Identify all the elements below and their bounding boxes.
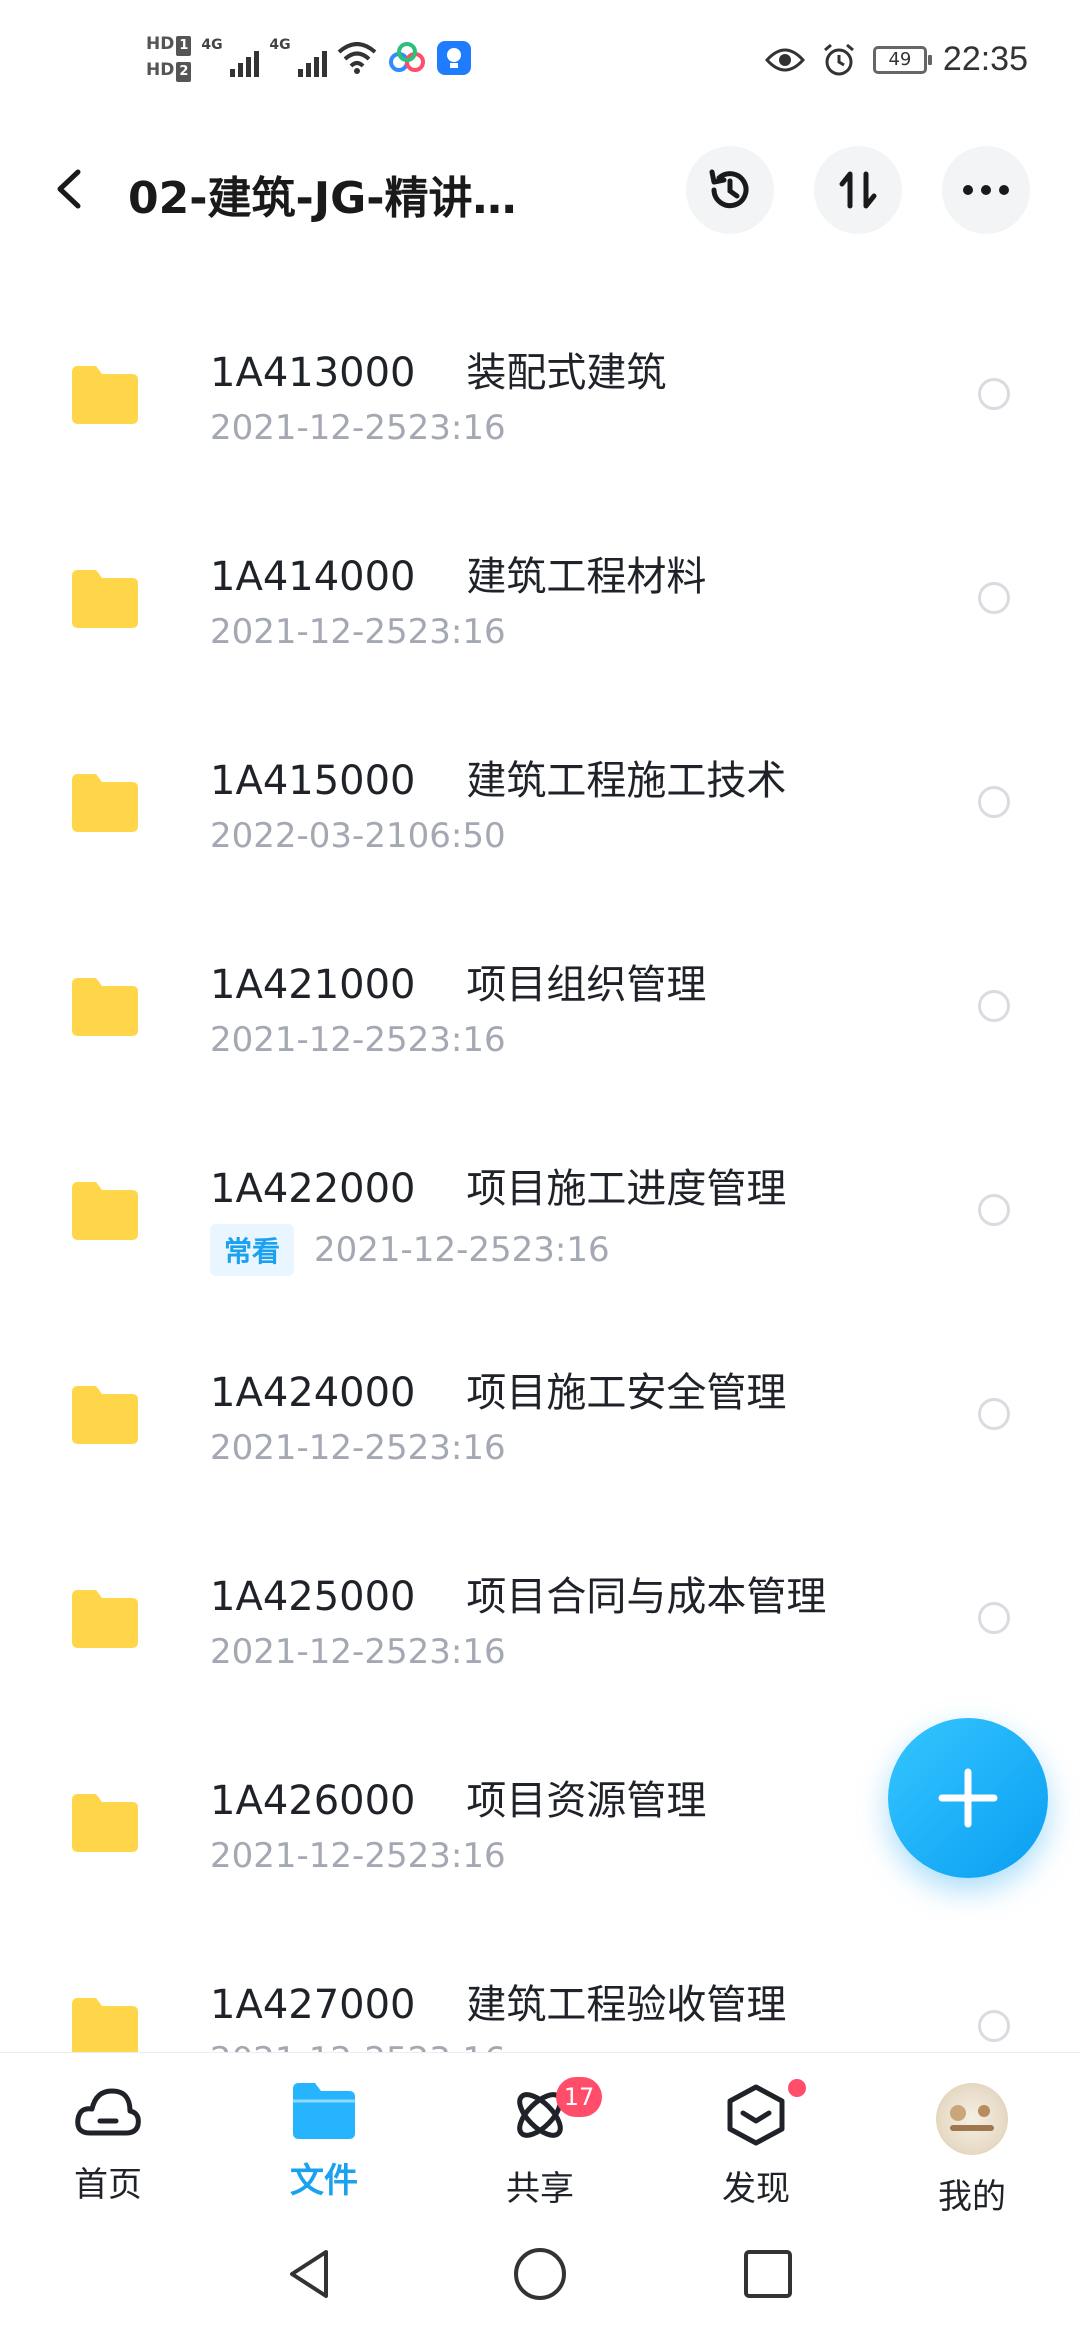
cloud-icon — [75, 2088, 141, 2136]
lightbulb-icon — [437, 41, 472, 75]
file-name: 1A413000 装配式建筑 — [210, 350, 667, 396]
select-radio[interactable] — [978, 786, 1010, 818]
file-name: 1A415000 建筑工程施工技术 — [210, 758, 787, 804]
tab-mine[interactable]: 我的 — [892, 2083, 1052, 2218]
tab-share[interactable]: 17 共享 — [460, 2077, 620, 2210]
system-nav-bar — [0, 2222, 1080, 2340]
alarm-icon — [823, 43, 854, 75]
select-radio[interactable] — [978, 1398, 1010, 1430]
file-meta: 2021-12-25 23:16 — [210, 2040, 506, 2052]
clock: 22:35 — [942, 40, 1028, 78]
select-radio[interactable] — [978, 1194, 1010, 1226]
notification-dot — [788, 2079, 806, 2097]
folder-icon — [72, 1386, 138, 1444]
hd2-indicator: HD 2 — [146, 60, 192, 82]
nav-back-icon[interactable] — [280, 2244, 340, 2304]
file-name: 1A414000 建筑工程材料 — [210, 554, 707, 600]
list-item[interactable]: 1A421000 项目组织管理 2021-12-25 23:16 — [0, 912, 1080, 1116]
hd1-indicator: HD 1 — [146, 34, 192, 56]
file-meta: 2021-12-25 23:16 — [210, 408, 506, 448]
file-name: 1A425000 项目合同与成本管理 — [210, 1574, 827, 1620]
sort-icon — [839, 171, 877, 209]
cloud-app-icon — [389, 42, 426, 72]
bottom-nav: 首页 文件 17 共享 发现 我的 — [0, 2052, 1080, 2223]
folder-icon — [72, 774, 138, 832]
select-radio[interactable] — [978, 990, 1010, 1022]
list-item[interactable]: 1A415000 建筑工程施工技术 2022-03-21 06:50 — [0, 708, 1080, 912]
nav-home-icon[interactable] — [510, 2244, 570, 2304]
folder-icon — [72, 570, 138, 628]
hd1-label: HD — [146, 34, 175, 54]
nav-recents-icon[interactable] — [738, 2244, 798, 2304]
signal-icon: 4G — [201, 35, 260, 81]
tab-discover[interactable]: 发现 — [676, 2079, 836, 2210]
folder-icon — [72, 1590, 138, 1648]
more-icon — [963, 185, 1009, 195]
file-meta: 2022-03-21 06:50 — [210, 816, 506, 856]
file-meta: 2021-12-25 23:16 — [210, 612, 506, 652]
avatar — [936, 2083, 1008, 2155]
file-meta: 2021-12-25 23:16 — [210, 1632, 506, 1672]
list-item[interactable]: 1A422000 项目施工进度管理 常看 2021-12-25 23:16 — [0, 1116, 1080, 1320]
folder-icon — [72, 978, 138, 1036]
hd2-label: HD — [146, 60, 175, 80]
select-radio[interactable] — [978, 2010, 1010, 2042]
folder-tab-icon — [293, 2083, 355, 2139]
add-button[interactable] — [888, 1718, 1048, 1878]
status-bar-left: HD 1 HD 2 4G 4G — [146, 34, 472, 82]
history-button[interactable] — [686, 146, 774, 234]
battery-icon: 49 — [872, 45, 932, 74]
list-item[interactable]: 1A414000 建筑工程材料 2021-12-25 23:16 — [0, 504, 1080, 708]
tab-share-label: 共享 — [506, 2169, 574, 2209]
history-icon — [709, 169, 749, 209]
tab-home-label: 首页 — [74, 2165, 142, 2205]
back-icon[interactable] — [46, 164, 96, 214]
folder-icon — [72, 1794, 138, 1852]
hd1-number: 1 — [176, 36, 192, 56]
more-button[interactable] — [942, 146, 1030, 234]
select-radio[interactable] — [978, 1602, 1010, 1634]
file-meta: 2021-12-25 23:16 — [210, 1428, 506, 1468]
eye-icon — [764, 48, 805, 71]
list-item[interactable]: 1A425000 项目合同与成本管理 2021-12-25 23:16 — [0, 1524, 1080, 1728]
file-meta: 2021-12-25 23:16 — [210, 1836, 506, 1876]
list-item[interactable]: 1A424000 项目施工安全管理 2021-12-25 23:16 — [0, 1320, 1080, 1524]
cube-icon — [727, 2084, 785, 2146]
file-meta: 2021-12-25 23:16 — [210, 1020, 506, 1060]
folder-icon — [72, 366, 138, 424]
network-type-1: 4G — [201, 37, 223, 53]
wifi-icon — [338, 42, 377, 74]
hd2-number: 2 — [176, 62, 192, 82]
hd-indicators: HD 1 HD 2 — [146, 34, 192, 82]
network-type-2: 4G — [269, 37, 291, 53]
file-name: 1A424000 项目施工安全管理 — [210, 1370, 787, 1416]
folder-icon — [72, 1998, 138, 2052]
tab-mine-label: 我的 — [938, 2177, 1006, 2217]
select-radio[interactable] — [978, 582, 1010, 614]
tab-files-label: 文件 — [290, 2161, 358, 2201]
file-name: 1A427000 建筑工程验收管理 — [210, 1982, 787, 2028]
file-meta: 常看 2021-12-25 23:16 — [210, 1224, 610, 1276]
file-name: 1A422000 项目施工进度管理 — [210, 1166, 787, 1212]
list-item[interactable]: 1A413000 装配式建筑 2021-12-25 23:16 — [0, 300, 1080, 504]
avatar-image — [950, 2105, 994, 2131]
tab-discover-label: 发现 — [722, 2169, 790, 2209]
title-bar: 02-建筑-JG-精讲… — [0, 140, 1080, 240]
plus-icon — [938, 1768, 998, 1828]
tab-home[interactable]: 首页 — [28, 2083, 188, 2206]
page-title: 02-建筑-JG-精讲… — [128, 173, 517, 224]
signal-icon: 4G — [269, 35, 328, 81]
select-radio[interactable] — [978, 378, 1010, 410]
sort-button[interactable] — [814, 146, 902, 234]
status-bar: HD 1 HD 2 4G 4G 49 22:35 — [0, 0, 1080, 130]
tab-files[interactable]: 文件 — [244, 2083, 404, 2202]
file-name: 1A421000 项目组织管理 — [210, 962, 707, 1008]
folder-icon — [72, 1182, 138, 1240]
list-item[interactable]: 1A427000 建筑工程验收管理 2021-12-25 23:16 — [0, 1932, 1080, 2052]
frequent-badge: 常看 — [210, 1224, 295, 1276]
share-count-badge: 17 — [556, 2077, 602, 2117]
status-bar-right: 49 22:35 — [764, 40, 1028, 79]
file-name: 1A426000 项目资源管理 — [210, 1778, 707, 1824]
